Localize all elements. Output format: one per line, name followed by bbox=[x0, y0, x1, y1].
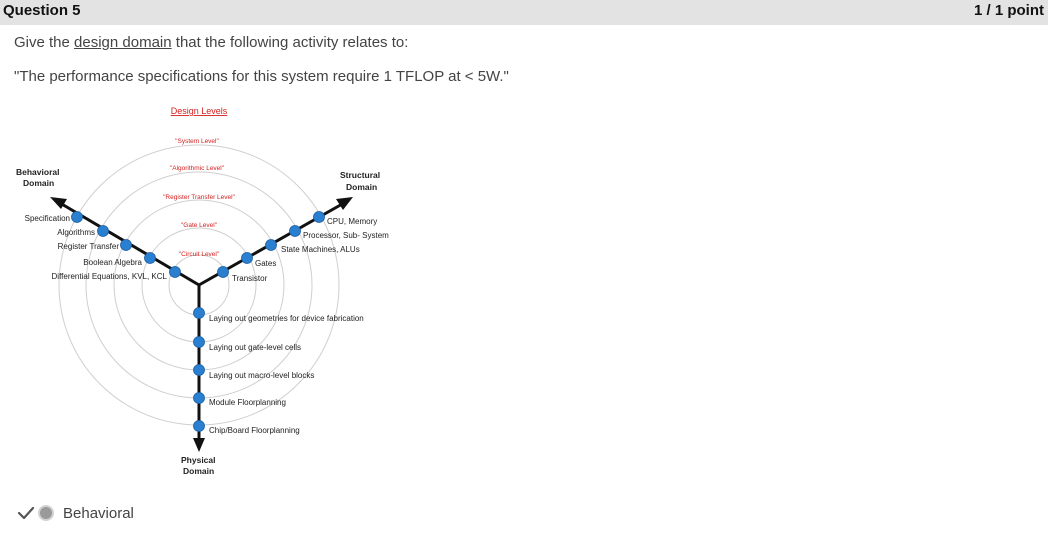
structural-item-processor: Processor, Sub- System bbox=[303, 231, 389, 240]
node-register-transfer bbox=[120, 239, 132, 251]
physical-item-chip-board-floorplanning: Chip/Board Floorplanning bbox=[209, 426, 300, 435]
node-device-fabrication bbox=[193, 307, 205, 319]
level-label-algorithmic: "Algorithmic Level" bbox=[170, 165, 225, 172]
question-header: Question 5 1 / 1 point bbox=[0, 0, 1048, 25]
structural-domain-label-line1: Structural bbox=[340, 170, 380, 180]
selected-answer: Behavioral bbox=[17, 503, 134, 523]
node-specification bbox=[71, 211, 83, 223]
question-prompt: Give the design domain that the followin… bbox=[14, 34, 408, 51]
node-boolean-algebra bbox=[144, 252, 156, 264]
behavioral-item-differential-equations: Differential Equations, KVL, KCL bbox=[52, 272, 168, 281]
node-module-floorplanning bbox=[193, 392, 205, 404]
design-domain-link[interactable]: design domain bbox=[74, 34, 172, 51]
behavioral-domain-label-line1: Behavioral bbox=[16, 167, 59, 177]
behavioral-item-register-transfer: Register Transfer bbox=[58, 242, 120, 251]
structural-item-cpu-memory: CPU, Memory bbox=[327, 217, 377, 226]
level-label-circuit: "Circuit Level" bbox=[179, 251, 220, 258]
physical-item-gate-level-cells: Laying out gate-level cells bbox=[209, 343, 301, 352]
diagram-title: Design Levels bbox=[171, 106, 228, 116]
node-differential-equations bbox=[169, 266, 181, 278]
node-processor bbox=[289, 225, 301, 237]
checkmark-icon bbox=[17, 506, 35, 520]
structural-item-transistor: Transistor bbox=[232, 274, 268, 283]
node-algorithms bbox=[97, 225, 109, 237]
design-levels-diagram: Design Levels "System Level" "Algorithmi… bbox=[16, 106, 389, 476]
behavioral-item-specification: Specification bbox=[25, 214, 70, 223]
physical-item-macro-level-blocks: Laying out macro-level blocks bbox=[209, 371, 314, 380]
question-score: 1 / 1 point bbox=[973, 2, 1044, 19]
node-gate-level-cells bbox=[193, 336, 205, 348]
node-chip-board-floorplanning bbox=[193, 420, 205, 432]
physical-item-device-fabrication: Laying out geometries for device fabrica… bbox=[209, 314, 364, 323]
node-state-machines bbox=[265, 239, 277, 251]
node-macro-level-blocks bbox=[193, 364, 205, 376]
physical-item-module-floorplanning: Module Floorplanning bbox=[209, 398, 286, 407]
structural-domain-label-line2: Domain bbox=[346, 182, 377, 192]
question-statement: "The performance specifications for this… bbox=[14, 68, 509, 85]
physical-arrowhead bbox=[193, 438, 205, 452]
prompt-text-before: Give the bbox=[14, 34, 75, 51]
level-label-register-transfer: "Register Transfer Level" bbox=[163, 194, 236, 201]
structural-arrowhead bbox=[336, 197, 353, 210]
physical-domain-label-line2: Domain bbox=[183, 466, 214, 476]
behavioral-item-boolean-algebra: Boolean Algebra bbox=[83, 258, 142, 267]
answer-radio[interactable] bbox=[38, 505, 54, 521]
structural-item-gates: Gates bbox=[255, 259, 276, 268]
node-gates bbox=[241, 252, 253, 264]
node-transistor bbox=[217, 266, 229, 278]
node-cpu-memory bbox=[313, 211, 325, 223]
level-label-gate: "Gate Level" bbox=[181, 222, 218, 229]
level-label-system: "System Level" bbox=[175, 138, 219, 145]
behavioral-domain-label-line2: Domain bbox=[23, 178, 54, 188]
structural-item-state-machines: State Machines, ALUs bbox=[281, 245, 360, 254]
question-title: Question 5 bbox=[3, 2, 81, 19]
answer-label: Behavioral bbox=[63, 504, 134, 522]
behavioral-item-algorithms: Algorithms bbox=[57, 228, 95, 237]
physical-domain-label-line1: Physical bbox=[181, 455, 216, 465]
prompt-text-after: that the following activity relates to: bbox=[171, 34, 409, 51]
